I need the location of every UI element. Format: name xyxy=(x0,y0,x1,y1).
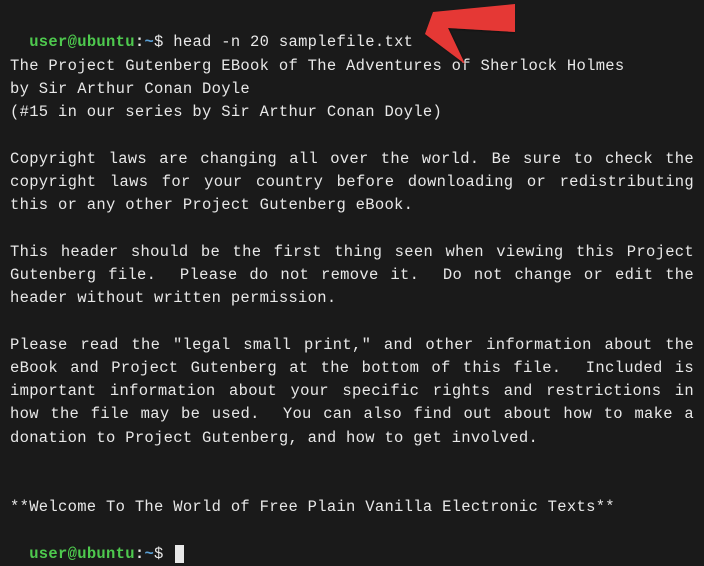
blank-line xyxy=(10,450,694,473)
prompt-user: user xyxy=(29,545,67,563)
prompt-path: ~ xyxy=(144,545,154,563)
prompt-at: @ xyxy=(68,545,78,563)
prompt-colon: : xyxy=(135,33,145,51)
prompt-dollar: $ xyxy=(154,33,173,51)
blank-line xyxy=(10,124,694,147)
prompt-user: user xyxy=(29,33,67,51)
prompt-line-1[interactable]: user@ubuntu:~$ head -n 20 samplefile.txt xyxy=(10,8,694,55)
prompt-host: ubuntu xyxy=(77,545,135,563)
blank-line xyxy=(10,473,694,496)
prompt-path: ~ xyxy=(144,33,154,51)
output-paragraph-3: Please read the "legal small print," and… xyxy=(10,334,694,450)
output-paragraph-1: Copyright laws are changing all over the… xyxy=(10,148,694,218)
blank-line xyxy=(10,310,694,333)
prompt-line-2[interactable]: user@ubuntu:~$ xyxy=(10,520,694,566)
prompt-dollar: $ xyxy=(154,545,173,563)
output-line-2: by Sir Arthur Conan Doyle xyxy=(10,78,694,101)
blank-line xyxy=(10,217,694,240)
output-line-1: The Project Gutenberg EBook of The Adven… xyxy=(10,55,694,78)
output-line-3: (#15 in our series by Sir Arthur Conan D… xyxy=(10,101,694,124)
output-paragraph-2: This header should be the first thing se… xyxy=(10,241,694,311)
prompt-host: ubuntu xyxy=(77,33,135,51)
prompt-colon: : xyxy=(135,545,145,563)
command-text: head -n 20 samplefile.txt xyxy=(173,33,413,51)
terminal-cursor xyxy=(175,545,184,563)
prompt-at: @ xyxy=(68,33,78,51)
